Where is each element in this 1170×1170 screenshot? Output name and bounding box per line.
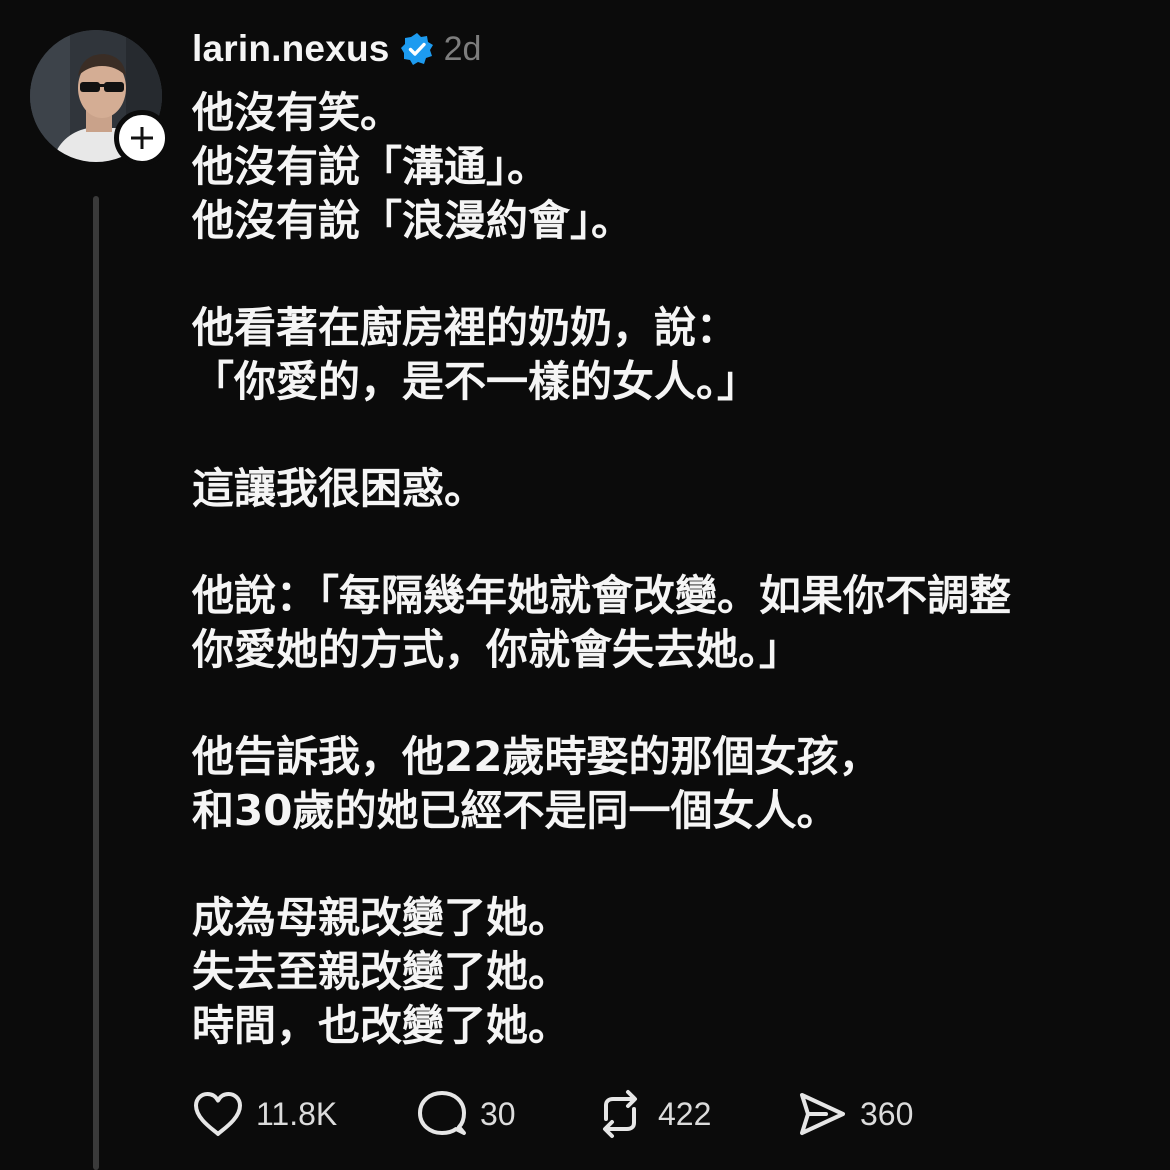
text-line: 這讓我很困惑。: [192, 464, 487, 513]
username[interactable]: larin.nexus: [192, 28, 390, 70]
share-count: 360: [860, 1095, 914, 1132]
text-line: 他沒有說「溝通」。: [192, 142, 550, 191]
text-line: 和30歲的她已經不是同一個女人。: [192, 786, 839, 835]
text-line: 他看著在廚房裡的奶奶，說：: [192, 303, 739, 352]
like-button[interactable]: 11.8K: [192, 1090, 416, 1138]
reply-count: 30: [480, 1095, 516, 1132]
text-line: 他告訴我，他22歲時娶的那個女孩，: [192, 732, 881, 781]
comment-bubble-icon: [418, 1091, 466, 1135]
text-line: 「你愛的，是不一樣的女人。」: [192, 357, 760, 406]
reply-button[interactable]: 30: [416, 1089, 594, 1139]
heart-icon: [194, 1092, 242, 1136]
text-line: 失去至親改變了她。: [192, 947, 571, 996]
thread-line: [93, 196, 99, 1170]
post-header: larin.nexus 2d: [192, 26, 481, 72]
action-bar: 11.8K 30 422 360: [192, 1086, 913, 1142]
verified-badge-icon: [400, 32, 434, 66]
text-line: 成為母親改變了她。: [192, 893, 571, 942]
text-line: 他說：「每隔幾年她就會改變。如果你不調整: [192, 571, 1012, 620]
repost-icon: [603, 1090, 637, 1138]
text-line: 時間，也改變了她。: [192, 1001, 571, 1050]
avatar[interactable]: [30, 30, 170, 166]
like-count: 11.8K: [256, 1095, 338, 1132]
text-line: 他沒有說「浪漫約會」。: [192, 196, 634, 245]
follow-button[interactable]: [114, 110, 170, 166]
plus-icon: [131, 127, 153, 149]
repost-button[interactable]: 422: [594, 1089, 796, 1139]
send-icon: [800, 1093, 845, 1135]
share-button[interactable]: 360: [796, 1089, 913, 1139]
post-body: 他沒有笑。 他沒有說「溝通」。 他沒有說「浪漫約會」。 他看著在廚房裡的奶奶，說…: [192, 86, 1152, 1053]
threads-post: larin.nexus 2d 他沒有笑。 他沒有說「溝通」。 他沒有說「浪漫約會…: [0, 0, 1170, 1170]
repost-count: 422: [658, 1095, 712, 1132]
timestamp: 2d: [443, 29, 482, 68]
text-line: 你愛她的方式，你就會失去她。」: [192, 625, 802, 674]
text-line: 他沒有笑。: [192, 88, 403, 137]
